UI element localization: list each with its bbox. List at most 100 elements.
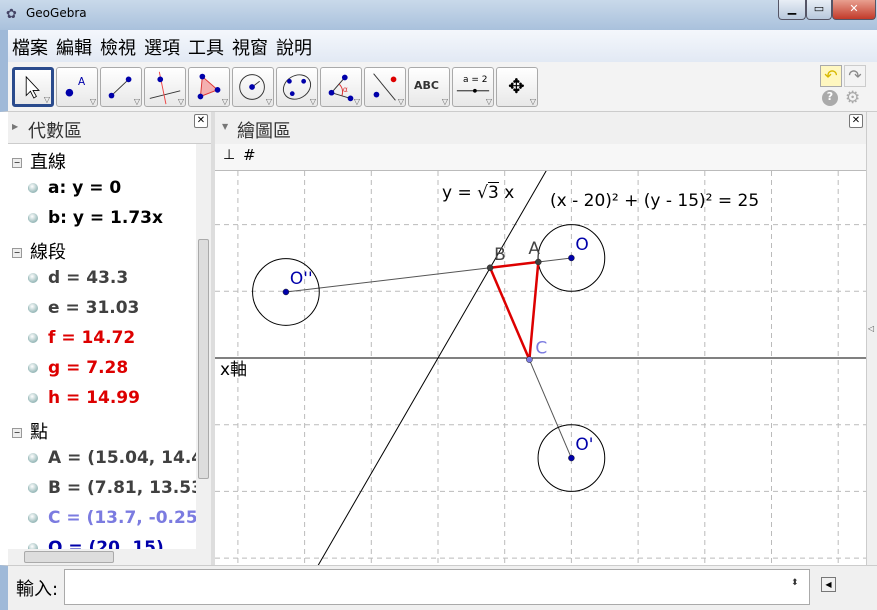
geometry-canvas[interactable]: A B C O O' O'' [215,171,866,565]
line-tool-button[interactable]: ▽ [100,67,142,107]
collapse-icon[interactable]: − [12,248,22,258]
sqrt-arg: 3 [487,182,499,203]
algebra-item[interactable]: e = 31.03 [28,298,139,318]
category-header[interactable]: − 線段 [12,238,66,264]
algebra-horizontal-scrollbar[interactable] [8,549,211,565]
algebra-view: − 直線 a: y = 0 b: y = 1.73x − 線段 d = 43.3 e = 31… [8,144,207,549]
algebra-item[interactable]: B = (7.81, 13.53 [28,478,203,498]
visibility-toggle-icon[interactable] [28,483,38,493]
algebra-item-text: g = 7.28 [48,358,129,378]
redo-icon[interactable]: ↷ [844,65,866,87]
menu-options[interactable]: 選項 [140,30,184,64]
menu-view[interactable]: 檢視 [96,30,140,64]
algebra-header: ▶ 代數區 ✕ [8,112,211,144]
input-help-icon[interactable]: ◀ [821,577,836,592]
help-icon[interactable]: ? [822,90,838,106]
algebra-item[interactable]: f = 14.72 [28,328,135,348]
point-tool-button[interactable]: A ▽ [56,67,98,107]
line-b-equation: y = √3 x [442,182,515,203]
visibility-toggle-icon[interactable] [28,183,38,193]
eq-prefix: y = [442,183,478,203]
visibility-toggle-icon[interactable] [28,513,38,523]
menu-bar: 檔案 編輯 檢視 選項 工具 視窗 說明 [0,30,877,62]
visibility-toggle-icon[interactable] [28,213,38,223]
visibility-toggle-icon[interactable] [28,453,38,463]
maximize-button[interactable]: ▭ [806,0,832,20]
algebra-item-text: b: y = 1.73x [48,208,163,228]
visibility-toggle-icon[interactable] [28,303,38,313]
algebra-vertical-scrollbar[interactable] [196,144,211,549]
visibility-toggle-icon[interactable] [28,273,38,283]
text-tool-button[interactable]: ABC ▽ [408,67,450,107]
point-B [486,264,494,272]
graphics-header: ▼ 繪圖區 ✕ [215,112,866,144]
grid-toggle-icon[interactable]: # [243,146,256,164]
graphics-title: 繪圖區 [237,121,291,142]
menu-window[interactable]: 視窗 [228,30,272,64]
input-label: 輸入: [16,579,59,600]
close-button[interactable]: ✕ [832,0,876,20]
algebra-item[interactable]: O = (20, 15) [28,538,164,549]
perpendicular-tool-button[interactable]: ▽ [144,67,186,107]
algebra-item-text: e = 31.03 [48,298,140,318]
undo-icon[interactable]: ↶ [820,65,842,87]
algebra-item-text: A = (15.04, 14.4 [48,448,204,468]
category-header[interactable]: − 點 [12,418,48,444]
algebra-item[interactable]: g = 7.28 [28,358,128,378]
algebra-item[interactable]: a: y = 0 [28,178,121,198]
menu-tools[interactable]: 工具 [184,30,228,64]
algebra-title: 代數區 [28,121,82,142]
algebra-item[interactable]: d = 43.3 [28,268,128,288]
input-history-icon[interactable]: ⬍ [791,578,799,588]
circle-tool-button[interactable]: ▽ [232,67,274,107]
axes-toggle-icon[interactable]: ⊥ [223,147,235,163]
point-A [535,258,542,266]
algebra-item-text: f = 14.72 [48,328,136,348]
polygon-tool-button[interactable]: ▽ [188,67,230,107]
segment [528,359,572,459]
minimize-button[interactable]: ▁ [778,0,806,20]
gear-icon[interactable]: ⚙ [845,88,860,108]
algebra-item[interactable]: b: y = 1.73x [28,208,163,228]
close-graphics-icon[interactable]: ✕ [849,114,863,128]
point-label: O [575,235,588,255]
input-field[interactable] [64,569,810,605]
point-C [526,356,533,363]
menu-file[interactable]: 檔案 [8,30,52,64]
category-header[interactable]: − 直線 [12,148,66,174]
category-label: 線段 [30,242,66,263]
slider-tool-button[interactable]: a = 2 ▽ [452,67,494,107]
move-tool-button[interactable]: ▽ [12,67,54,107]
algebra-item[interactable]: A = (15.04, 14.4 [28,448,203,468]
graphics-style-bar: ⊥ # [215,144,866,170]
menu-edit[interactable]: 編輯 [52,30,96,64]
triangle-side [488,267,531,361]
side-panel-toggle[interactable]: ◁ [866,112,877,565]
graphics-view[interactable]: A B C O O' O'' x軸 y = √3 x (x - 20)² + (y - 1… [215,170,866,565]
algebra-item-text: a: y = 0 [48,178,122,198]
visibility-toggle-icon[interactable] [28,333,38,343]
visibility-toggle-icon[interactable] [28,363,38,373]
algebra-item[interactable]: C = (13.7, -0.25 [28,508,198,528]
collapse-triangle-icon[interactable]: ▶ [12,122,18,131]
reflect-tool-button[interactable]: ▽ [364,67,406,107]
category-label: 直線 [30,152,66,173]
point-label: A [528,239,540,259]
point-label: O'' [290,269,313,289]
expand-triangle-icon[interactable]: ▼ [222,122,228,131]
point-Oprime [568,454,575,462]
algebra-item[interactable]: h = 14.99 [28,388,140,408]
toolbar: ▽ A ▽ ▽ ▽ ▽ ▽ ▽ α ▽ ▽ ABC ▽ a = 2 ▽ ✥ ▽ ↶ ↷ ?… [0,62,877,112]
collapse-icon[interactable]: − [12,428,22,438]
algebra-item-text: d = 43.3 [48,268,129,288]
visibility-toggle-icon[interactable] [28,393,38,403]
move-graphics-tool-button[interactable]: ✥ ▽ [496,67,538,107]
eq-suffix: x [498,183,515,203]
collapse-icon[interactable]: − [12,158,22,168]
close-algebra-icon[interactable]: ✕ [194,114,208,128]
angle-tool-button[interactable]: α ▽ [320,67,362,107]
x-axis-label: x軸 [220,360,248,380]
algebra-item-text: O = (20, 15) [48,538,164,549]
conic-tool-button[interactable]: ▽ [276,67,318,107]
menu-help[interactable]: 說明 [272,30,316,64]
